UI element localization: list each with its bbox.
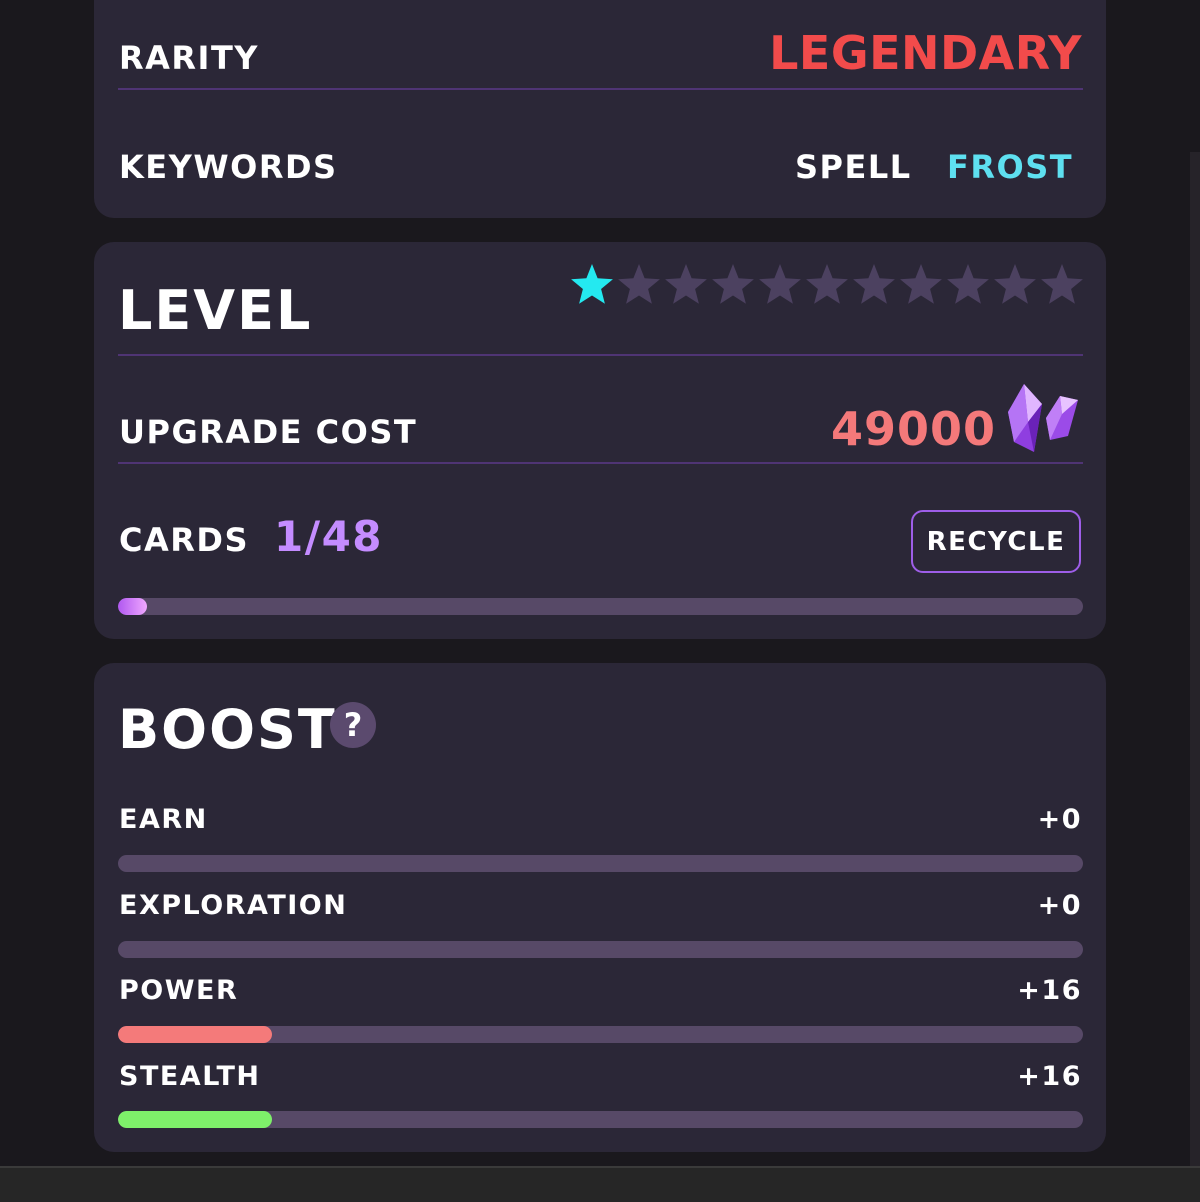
star-empty-icon xyxy=(712,264,754,304)
keywords-label: KEYWORDS xyxy=(119,148,338,186)
divider xyxy=(118,462,1083,464)
cards-progress-fill xyxy=(118,598,147,615)
bottom-bar xyxy=(0,1166,1200,1202)
cards-progress-bar xyxy=(118,598,1083,615)
help-question-icon[interactable]: ? xyxy=(330,702,376,748)
upgrade-cost-value: 49000 xyxy=(830,402,996,456)
rarity-label: RARITY xyxy=(119,39,259,77)
stat-bar-fill-stealth xyxy=(118,1111,273,1128)
stat-value-power: +16 xyxy=(1017,975,1082,1006)
boost-title: BOOST xyxy=(118,698,337,761)
upgrade-cost-label: UPGRADE COST xyxy=(119,413,418,451)
divider xyxy=(118,88,1083,90)
stat-label-stealth: STEALTH xyxy=(119,1061,261,1092)
divider xyxy=(118,354,1083,356)
cards-label: CARDS xyxy=(119,521,249,559)
stat-bar-exploration xyxy=(118,941,1083,958)
level-title: LEVEL xyxy=(118,279,313,342)
purple-crystal-icon xyxy=(1008,384,1078,452)
star-empty-icon xyxy=(1041,264,1083,304)
star-empty-icon xyxy=(806,264,848,304)
card-level-panel: LEVEL UPGRADE COST 49000 CARDS 1/48 RECY… xyxy=(94,242,1106,639)
stat-bar-earn xyxy=(118,855,1083,872)
stat-label-exploration: EXPLORATION xyxy=(119,890,348,921)
scrollbar-track[interactable] xyxy=(1190,152,1200,1166)
stat-bar-stealth xyxy=(118,1111,1083,1128)
card-info-panel: RARITY LEGENDARY KEYWORDS SPELL FROST xyxy=(94,0,1106,218)
star-empty-icon xyxy=(618,264,660,304)
rarity-value: LEGENDARY xyxy=(769,26,1082,80)
stat-bar-power xyxy=(118,1026,1083,1043)
star-empty-icon xyxy=(759,264,801,304)
cards-count: 1/48 xyxy=(274,512,384,561)
card-boost-panel: BOOST ? EARN +0 EXPLORATION +0 POWER +16… xyxy=(94,663,1106,1152)
recycle-button[interactable]: RECYCLE xyxy=(911,510,1081,573)
stat-label-power: POWER xyxy=(119,975,239,1006)
keyword-spell: SPELL xyxy=(795,148,912,186)
stat-label-earn: EARN xyxy=(119,804,208,835)
stat-value-earn: +0 xyxy=(1037,804,1082,835)
stat-bar-fill-power xyxy=(118,1026,273,1043)
star-empty-icon xyxy=(994,264,1036,304)
star-empty-icon xyxy=(900,264,942,304)
star-empty-icon xyxy=(947,264,989,304)
star-filled-icon xyxy=(571,264,613,304)
stat-value-stealth: +16 xyxy=(1017,1061,1082,1092)
stat-value-exploration: +0 xyxy=(1037,890,1082,921)
star-empty-icon xyxy=(665,264,707,304)
level-stars xyxy=(570,262,1084,306)
keyword-frost: FROST xyxy=(947,148,1074,186)
star-empty-icon xyxy=(853,264,895,304)
